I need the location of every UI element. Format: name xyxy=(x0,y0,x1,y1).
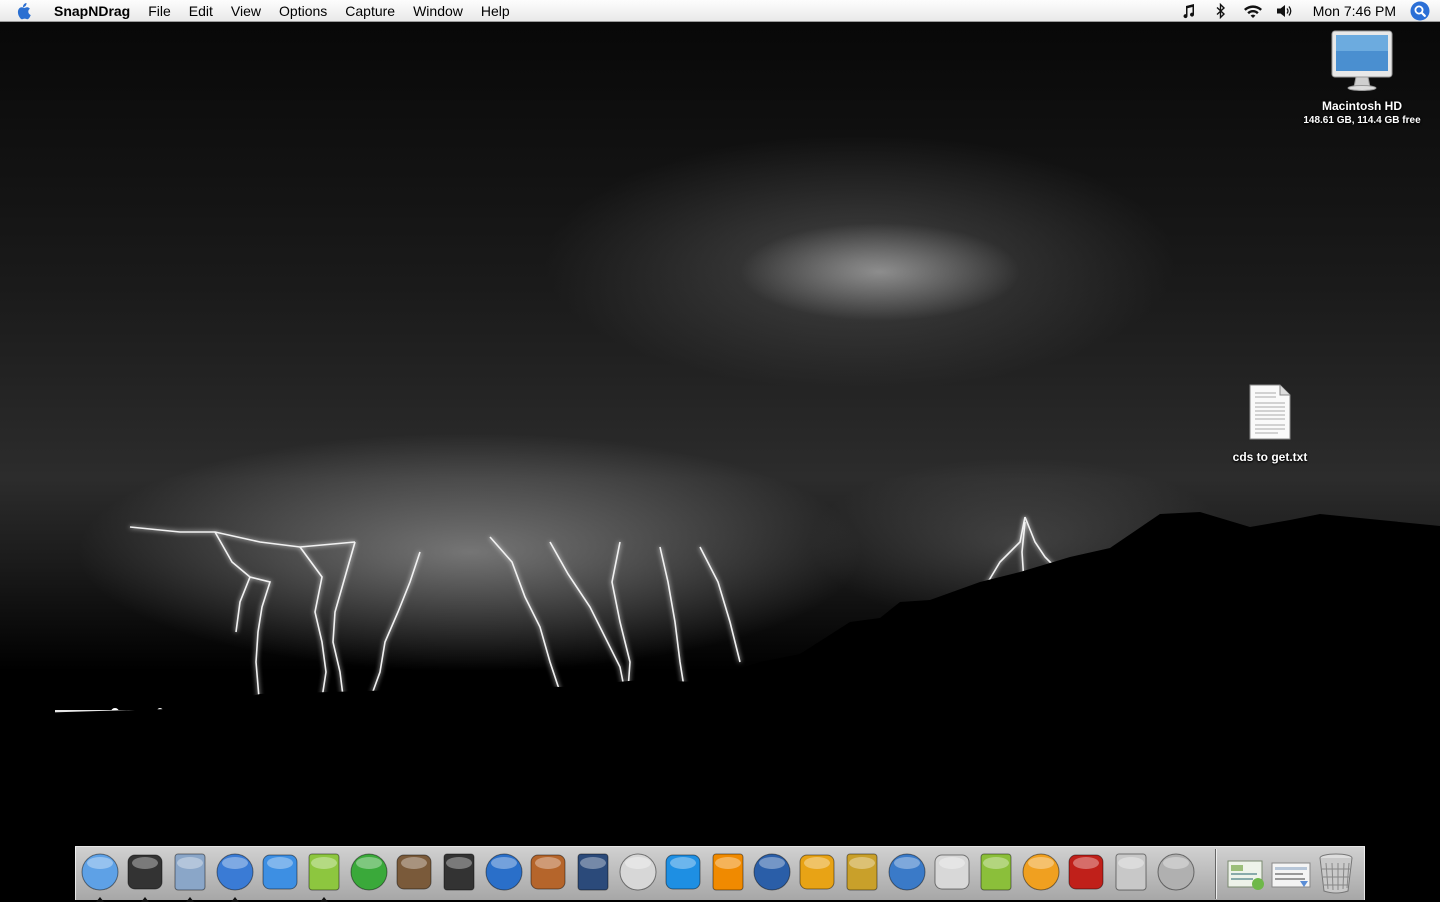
edit-menu[interactable]: Edit xyxy=(180,0,222,22)
desktop-icon-cds-to-get[interactable]: cds to get.txt xyxy=(1210,384,1330,464)
camino-icon[interactable] xyxy=(571,850,616,898)
quicktime-icon[interactable] xyxy=(660,850,705,898)
iphoto-icon[interactable] xyxy=(392,850,437,898)
imovie-icon[interactable] xyxy=(436,850,481,898)
file-menu[interactable]: File xyxy=(139,0,180,22)
help-menu[interactable]: Help xyxy=(472,0,519,22)
textedit-icon[interactable] xyxy=(929,850,974,898)
view-menu[interactable]: View xyxy=(222,0,270,22)
capture-menu[interactable]: Capture xyxy=(336,0,404,22)
menu-bar: SnapNDrag File Edit View Options Capture… xyxy=(0,0,1440,22)
itunes-icon[interactable] xyxy=(302,850,347,902)
safari-icon[interactable] xyxy=(212,850,257,902)
volume-icon[interactable] xyxy=(1269,0,1301,22)
wine-bottler-icon[interactable] xyxy=(840,850,885,898)
desktop-icon-macintosh-hd[interactable]: Macintosh HD 148.61 GB, 114.4 GB free xyxy=(1290,30,1434,126)
sketch-icon[interactable] xyxy=(1019,850,1064,898)
idvd-icon[interactable] xyxy=(481,850,526,898)
google-earth-icon[interactable] xyxy=(750,850,795,898)
photo-booth-icon[interactable] xyxy=(1064,850,1109,898)
options-menu[interactable]: Options xyxy=(270,0,336,22)
apple-menu-icon[interactable] xyxy=(0,0,46,22)
dvd-player-icon[interactable] xyxy=(616,850,661,898)
finder-icon[interactable] xyxy=(78,850,123,902)
disk-capacity-info: 148.61 GB, 114.4 GB free xyxy=(1303,115,1421,126)
garageband-icon[interactable] xyxy=(526,850,571,898)
bluetooth-icon[interactable] xyxy=(1205,0,1237,22)
fontforge-icon[interactable] xyxy=(884,850,929,898)
desktop-icon-label: Macintosh HD xyxy=(1321,99,1402,113)
itunes-note-icon[interactable] xyxy=(1173,0,1205,22)
documents-stack-icon[interactable] xyxy=(1224,850,1269,898)
downloads-stack-icon[interactable] xyxy=(1269,850,1314,898)
dock-apps xyxy=(78,850,1198,902)
mail-icon[interactable] xyxy=(168,850,213,902)
spotlight-icon[interactable] xyxy=(1410,1,1430,21)
vlc-icon[interactable] xyxy=(705,850,750,898)
burn-icon[interactable] xyxy=(795,850,840,898)
dock-separator xyxy=(1215,849,1217,899)
app-menu[interactable]: SnapNDrag xyxy=(46,0,139,22)
pixelmator-icon[interactable] xyxy=(974,850,1019,898)
system-profiler-icon[interactable] xyxy=(1108,850,1153,898)
trash-icon[interactable] xyxy=(1314,850,1359,898)
ichat-icon[interactable] xyxy=(257,850,302,898)
wifi-icon[interactable] xyxy=(1237,0,1269,22)
hard-drive-icon xyxy=(1331,30,1393,91)
adium-icon[interactable] xyxy=(347,850,392,898)
dock xyxy=(75,846,1365,902)
dock-stacks xyxy=(1224,850,1358,898)
preview-icon[interactable] xyxy=(1153,850,1198,898)
text-document-icon xyxy=(1249,384,1291,440)
menu-clock[interactable]: Mon 7:46 PM xyxy=(1301,0,1410,22)
window-menu[interactable]: Window xyxy=(404,0,472,22)
dashboard-icon[interactable] xyxy=(123,850,168,902)
desktop-icon-label: cds to get.txt xyxy=(1232,450,1308,464)
